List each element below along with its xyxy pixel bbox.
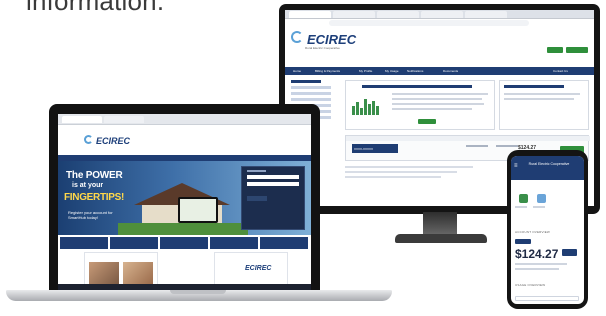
headline-text: information. [26,0,165,16]
nav-item[interactable]: Contact Us [553,69,568,73]
account-details [345,166,505,181]
quick-link-tile[interactable] [210,237,258,249]
nav-item[interactable]: Documents [443,69,458,73]
account-overview-label: ACCOUNT OVERVIEW [515,230,550,234]
logo-tagline: Rural Electric Cooperative [305,46,340,50]
status-badge [515,239,531,244]
account-number[interactable]: XXXX-XXXXX [352,144,398,153]
phone-screen: ≡ Rural Electric Cooperative ACCOUNT OVE… [511,156,584,304]
panel-button[interactable] [418,119,436,124]
pay-button[interactable] [562,249,577,256]
quick-links [58,237,311,249]
address-bar[interactable] [329,20,529,26]
menu-icon[interactable]: ≡ [514,163,518,169]
browser-tab[interactable] [289,11,331,18]
login-form [241,166,305,230]
nav-item[interactable]: Billing & Payments [315,69,340,73]
outage-icon[interactable] [519,194,528,203]
hero-line3: FINGERTIPS! [64,192,125,203]
header-button[interactable] [547,47,563,53]
bill-icon[interactable] [537,194,546,203]
nav-item[interactable]: Home [293,69,301,73]
site-logo[interactable]: ECIREC [96,136,130,146]
laptop-screen: ECIREC The POWER is at your FINGERTIPS! … [58,114,311,290]
usage-filter-input[interactable] [515,296,579,301]
browser-tab[interactable] [465,11,507,18]
hero-cta: Register your account for SmartHub today… [68,210,113,220]
promo-logo: ECIREC [245,265,272,272]
nav-item[interactable]: My Profile [359,69,372,73]
news-photo [89,262,119,284]
username-input[interactable] [247,175,299,179]
logo-icon [84,135,93,144]
nav-item[interactable]: My Usage [385,69,399,73]
main-nav: Home Billing & Payments My Profile My Us… [285,67,594,75]
tablet-image [178,197,218,223]
browser-tab[interactable] [333,11,375,18]
logo-icon [291,31,303,43]
monitor-foot [395,234,487,243]
news-card[interactable] [84,252,158,286]
app-title: Rural Electric Cooperative [528,162,570,166]
nav-item[interactable]: Notifications [407,69,423,73]
amount-due: $124.27 [515,247,559,261]
usage-overview-label: USAGE OVERVIEW [515,283,546,287]
hero-line2: is at your [72,182,104,189]
browser-tab[interactable] [104,116,144,123]
browser-tab-bar [58,114,311,125]
login-button[interactable] [247,196,267,201]
communication-panel [499,80,589,130]
site-logo[interactable]: ECIREC [307,32,356,47]
browser-tab-bar [285,10,594,19]
hero-line1: The POWER [66,170,123,181]
usage-chart-icon [352,99,379,115]
quick-link-tile[interactable] [260,237,308,249]
header-button[interactable] [566,47,588,53]
monitor-stand [423,212,457,236]
app-header: ≡ Rural Electric Cooperative [511,156,584,180]
promo-card[interactable]: ECIREC [214,252,288,286]
quick-link-tile[interactable] [110,237,158,249]
browser-tab[interactable] [62,116,102,123]
news-photo [123,262,153,284]
browser-tab[interactable] [377,11,419,18]
quick-link-tile[interactable] [160,237,208,249]
quick-link-tile[interactable] [60,237,108,249]
browser-tab[interactable] [421,11,463,18]
password-input[interactable] [247,182,299,186]
